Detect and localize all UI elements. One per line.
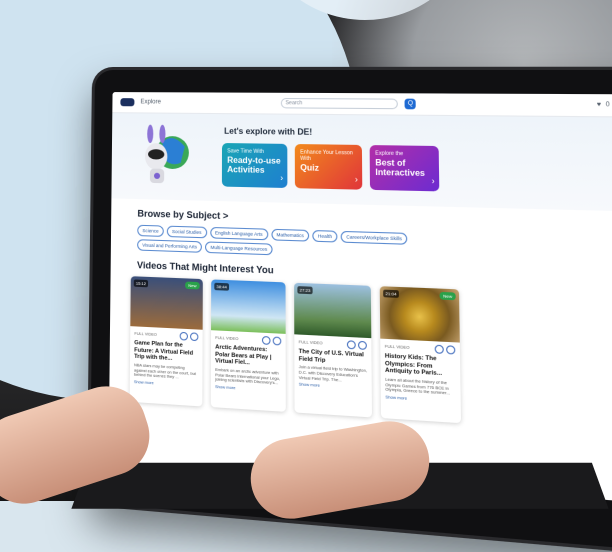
video-type: FULL VIDEO <box>298 339 323 346</box>
heart-icon[interactable]: ♥ <box>597 102 601 109</box>
video-card[interactable]: 27:23 FULL VIDEO The City of U.S. Virtua… <box>294 282 373 418</box>
quiz-card[interactable]: Enhance Your Lesson With Quiz › <box>294 144 363 190</box>
video-type: FULL VIDEO <box>134 331 157 337</box>
subject-chips: Science Social Studies English Language … <box>137 224 415 261</box>
search-button[interactable]: Q <box>404 98 417 110</box>
heart-icon[interactable] <box>261 335 271 345</box>
chevron-right-icon: › <box>280 173 284 184</box>
video-title[interactable]: Arctic Adventures: Polar Bears at Play |… <box>215 344 281 369</box>
duration-badge: 27:23 <box>297 286 313 295</box>
video-thumbnail[interactable]: 15:12 New <box>130 276 203 330</box>
video-card[interactable]: 38:44 FULL VIDEO Arctic Adventures: Pola… <box>210 279 286 412</box>
duration-badge: 21:04 <box>383 289 399 298</box>
video-description: Join a virtual field trip to Washington,… <box>298 365 368 383</box>
chip-social-studies[interactable]: Social Studies <box>166 225 207 239</box>
chip-health[interactable]: Health <box>312 230 338 243</box>
activities-card[interactable]: Save Time With Ready-to-use Activities › <box>221 142 288 189</box>
heart-icon[interactable] <box>346 340 356 350</box>
video-card[interactable]: 21:04 New FULL VIDEO History Kids: The O… <box>379 286 462 424</box>
video-type: FULL VIDEO <box>384 344 410 351</box>
chip-science[interactable]: Science <box>137 224 164 237</box>
video-description: NBA stars may be competing against each … <box>133 362 196 380</box>
video-thumbnail[interactable]: 21:04 New <box>379 286 460 343</box>
video-title[interactable]: The City of U.S. Virtual Field Trip <box>299 349 367 367</box>
video-thumbnail[interactable]: 27:23 <box>294 282 372 339</box>
video-list: 15:12 New FULL VIDEO Game Plan for the F… <box>129 276 612 435</box>
de-logo[interactable] <box>120 98 135 107</box>
chevron-right-icon: › <box>354 175 358 185</box>
hero-title: Let's explore with DE! <box>224 126 313 137</box>
new-badge: New <box>439 291 456 301</box>
duration-badge: 15:12 <box>133 279 149 288</box>
search-input[interactable]: Search <box>281 97 399 110</box>
heart-icon[interactable] <box>179 331 188 341</box>
hero-banner: Let's explore with DE! Save Time With Re… <box>111 113 612 212</box>
mascot-illustration <box>144 124 189 184</box>
info-icon[interactable] <box>272 336 282 346</box>
new-badge: New <box>185 281 200 290</box>
video-type: FULL VIDEO <box>215 335 239 342</box>
video-title[interactable]: History Kids: The Olympics: From Antiqui… <box>385 353 456 379</box>
video-thumbnail[interactable]: 38:44 <box>211 279 286 334</box>
top-right-area: ♥ 0 <box>597 100 612 111</box>
heart-icon[interactable] <box>434 344 444 354</box>
interactives-card[interactable]: Explore the Best of Interactives › <box>369 145 440 192</box>
hero-cards: Save Time With Ready-to-use Activities ›… <box>221 142 440 192</box>
chevron-right-icon: › <box>431 176 435 187</box>
duration-badge: 38:44 <box>214 282 230 291</box>
video-card[interactable]: 15:12 New FULL VIDEO Game Plan for the F… <box>129 276 203 407</box>
video-title[interactable]: Game Plan for the Future: A Virtual Fiel… <box>134 340 198 364</box>
chip-mathematics[interactable]: Mathematics <box>271 228 310 242</box>
chip-careers[interactable]: Careers/Workplace Skills <box>340 230 408 245</box>
info-icon[interactable] <box>190 332 199 342</box>
chip-arts[interactable]: Visual and Performing Arts <box>137 239 203 253</box>
info-icon[interactable] <box>357 340 367 350</box>
info-icon[interactable] <box>446 345 456 355</box>
video-description: Learn all about the history of the Olymp… <box>385 377 450 396</box>
brand-label[interactable]: Explore <box>140 99 161 105</box>
video-description: Embark on an arctic adventure with Polar… <box>215 367 281 386</box>
chip-ela[interactable]: English Language Arts <box>209 226 268 241</box>
favorites-count: 0 <box>605 101 610 109</box>
chip-multilang[interactable]: Multi-Language Resources <box>205 241 273 256</box>
